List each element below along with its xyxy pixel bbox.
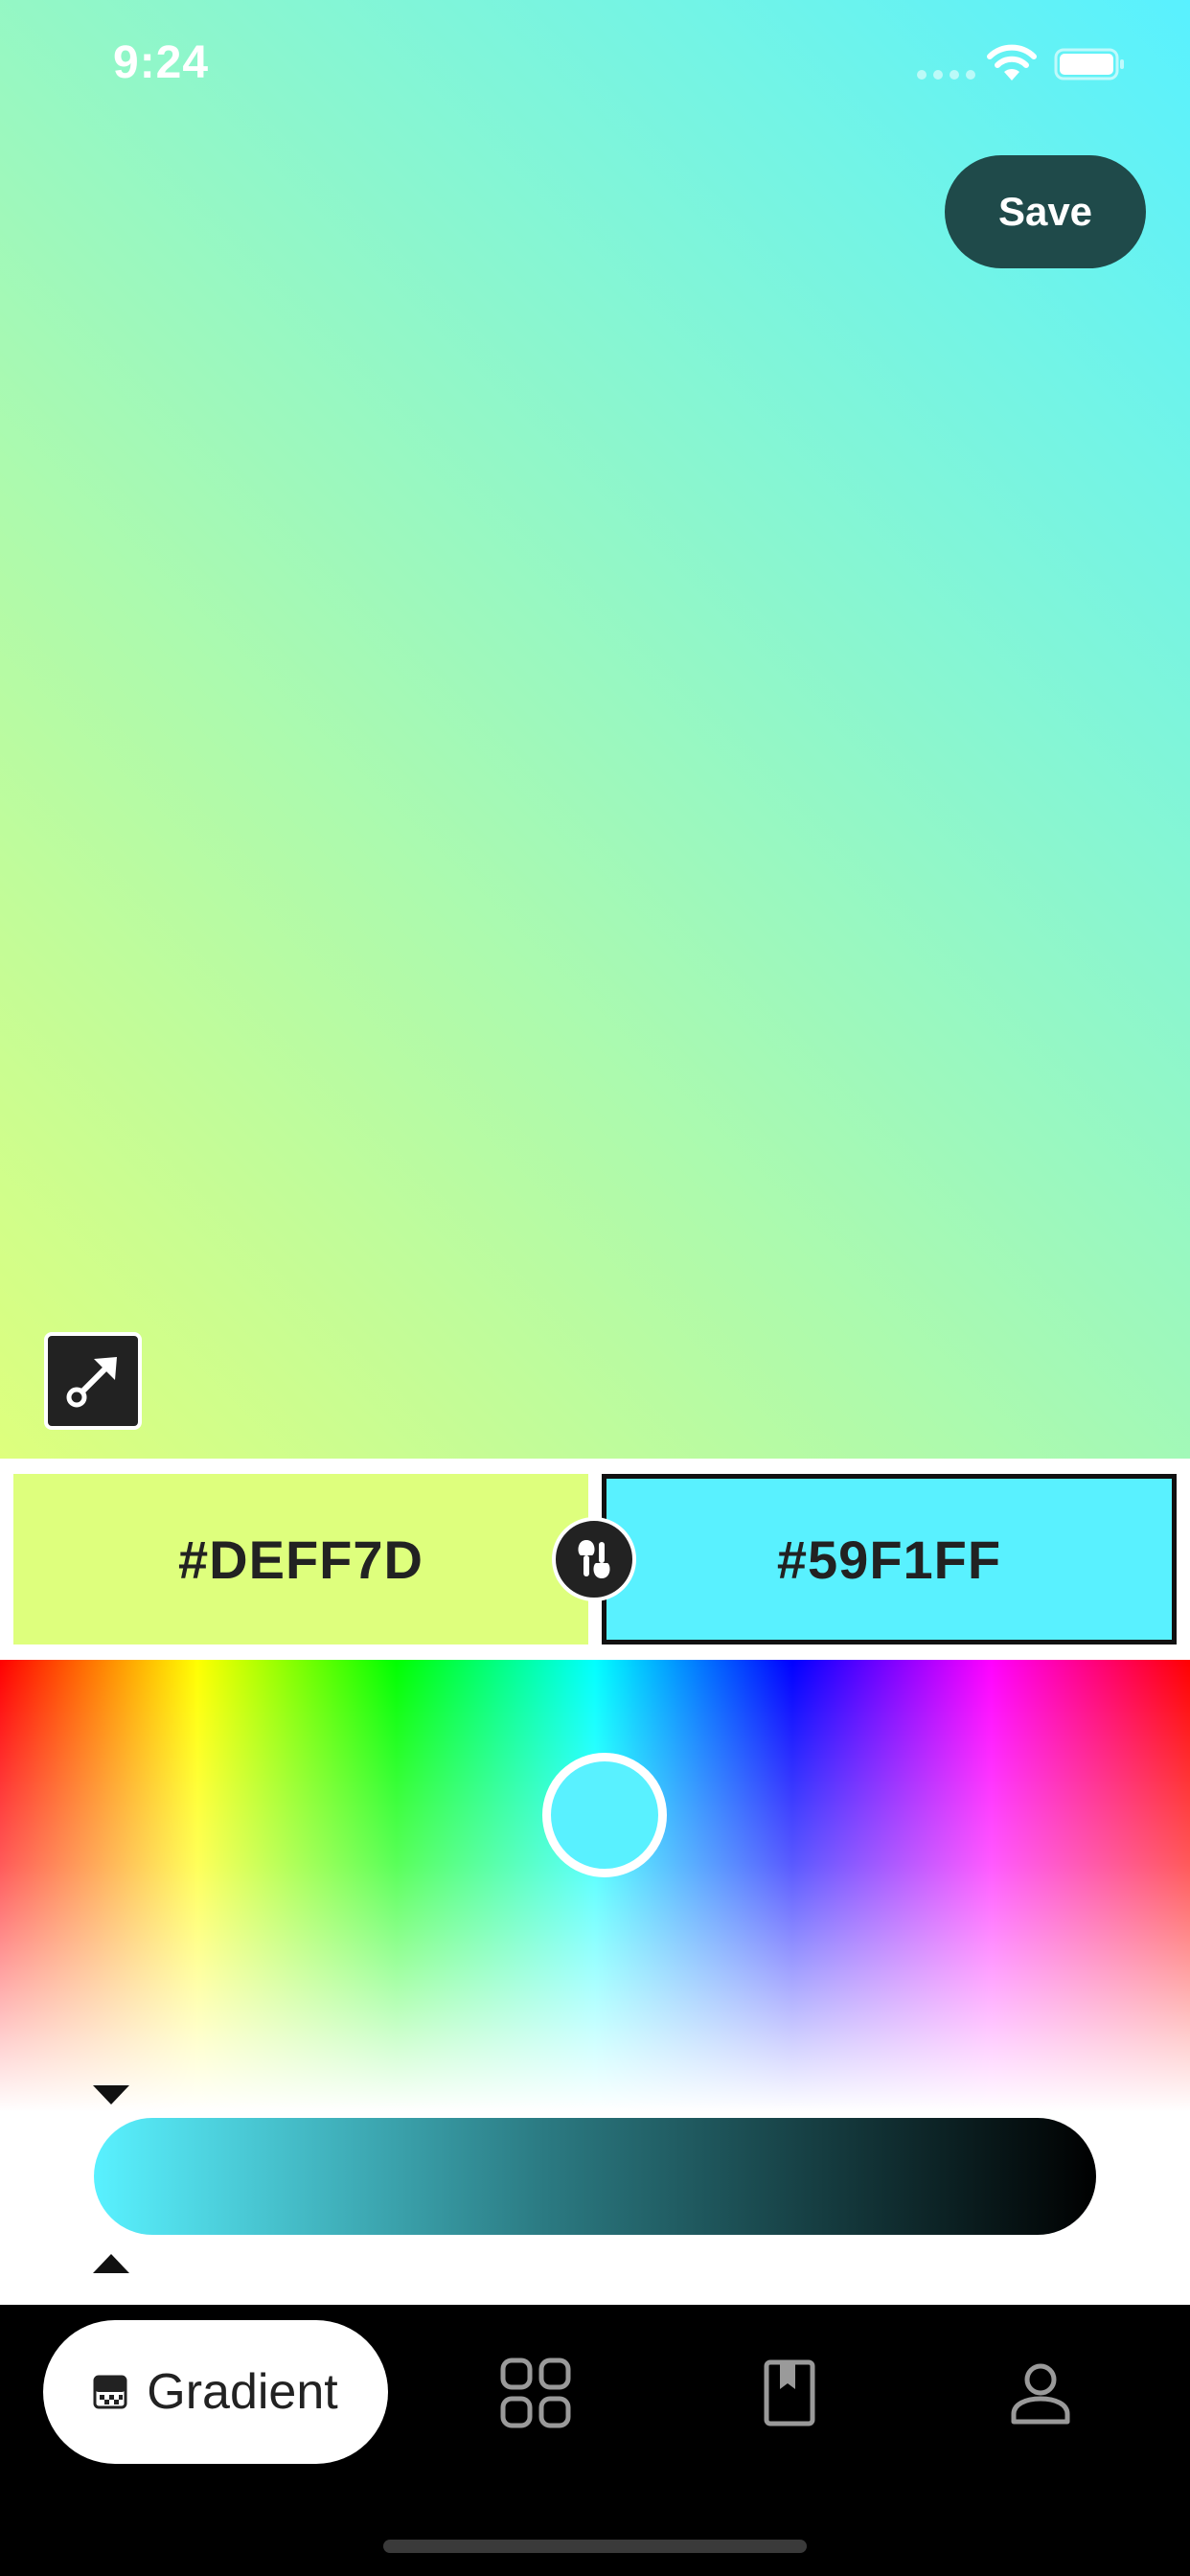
color-stop-end-hex: #59F1FF: [776, 1529, 1002, 1590]
gradient-direction-button[interactable]: [44, 1332, 142, 1430]
color-stop-start-hex: #DEFF7D: [178, 1529, 423, 1590]
color-stop-start[interactable]: #DEFF7D: [13, 1474, 588, 1644]
brightness-marker-top: [93, 2085, 129, 2104]
brightness-marker-bottom[interactable]: [93, 2254, 129, 2273]
home-indicator: [383, 2540, 807, 2553]
color-stop-end[interactable]: #59F1FF: [602, 1474, 1177, 1644]
tab-bar: Gradient: [0, 2305, 1190, 2576]
hue-saturation-picker[interactable]: [0, 1660, 1190, 2112]
tab-gradient-label: Gradient: [147, 2364, 338, 2420]
swap-colors-icon: [578, 1540, 610, 1578]
gradient-editor-screen: 9:24 Save #DEFF7D #59F1FF Gradient: [0, 0, 1190, 2576]
cellular-signal-icon: [917, 70, 975, 80]
gradient-preview: 9:24 Save: [0, 0, 1190, 1459]
color-picker-handle[interactable]: [542, 1753, 667, 1877]
status-time: 9:24: [113, 37, 210, 88]
save-button[interactable]: Save: [945, 155, 1146, 268]
profile-icon[interactable]: [1002, 2355, 1079, 2431]
battery-icon: [1054, 48, 1124, 80]
wifi-icon: [987, 44, 1037, 80]
grid-icon[interactable]: [497, 2355, 574, 2431]
bookmark-book-icon[interactable]: [751, 2355, 828, 2431]
gradient-direction-icon: [66, 1357, 117, 1408]
tab-gradient[interactable]: Gradient: [43, 2320, 388, 2464]
brightness-slider[interactable]: [94, 2118, 1096, 2235]
gradient-icon: [93, 2375, 127, 2409]
swap-colors-button[interactable]: [552, 1517, 636, 1601]
status-bar: 9:24: [0, 0, 1190, 129]
